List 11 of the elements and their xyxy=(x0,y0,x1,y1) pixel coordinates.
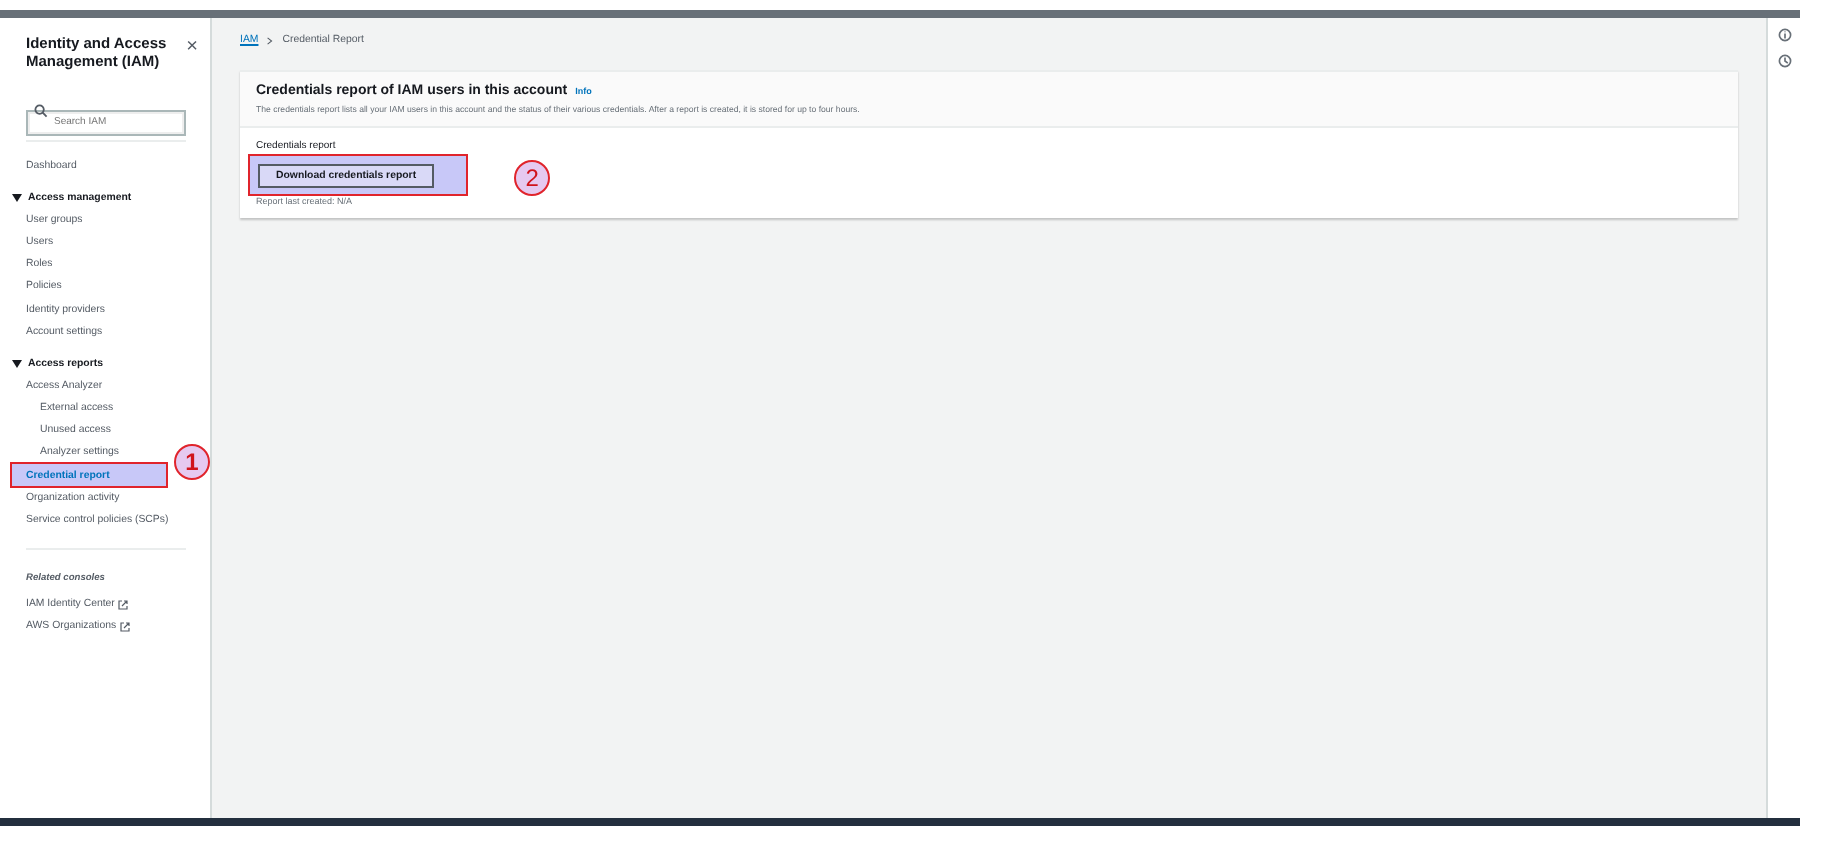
close-button[interactable]: × xyxy=(186,34,198,58)
info-icon[interactable] xyxy=(1777,28,1791,42)
caret-icon[interactable] xyxy=(12,193,22,202)
caret-icon[interactable] xyxy=(12,359,22,368)
callout-number: 1 xyxy=(174,444,210,481)
chevron-icon xyxy=(266,35,275,45)
callout-number: 2 xyxy=(514,160,551,196)
external-link-icon xyxy=(120,621,131,632)
search-icon xyxy=(34,104,48,118)
external-link-icon xyxy=(118,599,129,610)
clock-icon xyxy=(1777,54,1791,68)
